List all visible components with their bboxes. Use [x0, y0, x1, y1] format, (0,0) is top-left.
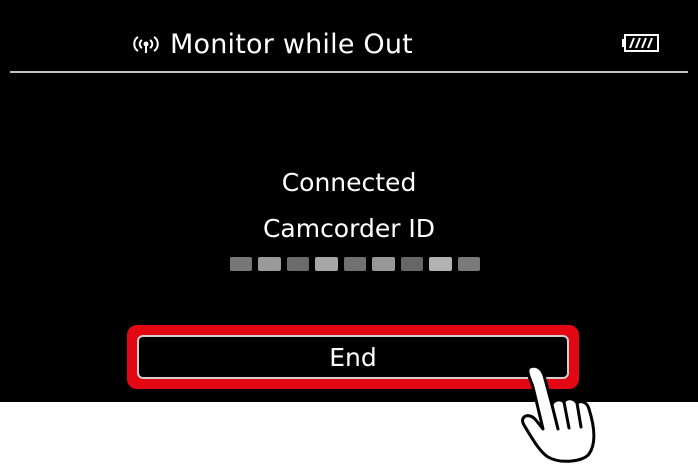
screen-header: Monitor while Out	[0, 0, 698, 73]
title-group: Monitor while Out	[130, 26, 413, 62]
camcorder-id-obscured-value	[230, 255, 480, 273]
connected-status: Connected	[281, 168, 417, 197]
battery-icon	[622, 34, 659, 52]
camcorder-id-label: Camcorder ID	[262, 214, 436, 243]
wireless-signal-icon	[133, 36, 159, 53]
camera-screen: Monitor while Out Connected Camcorder ID…	[0, 0, 698, 402]
hand-pointer-icon	[521, 364, 596, 463]
screen-title: Monitor while Out	[170, 28, 413, 60]
header-divider	[10, 71, 688, 73]
